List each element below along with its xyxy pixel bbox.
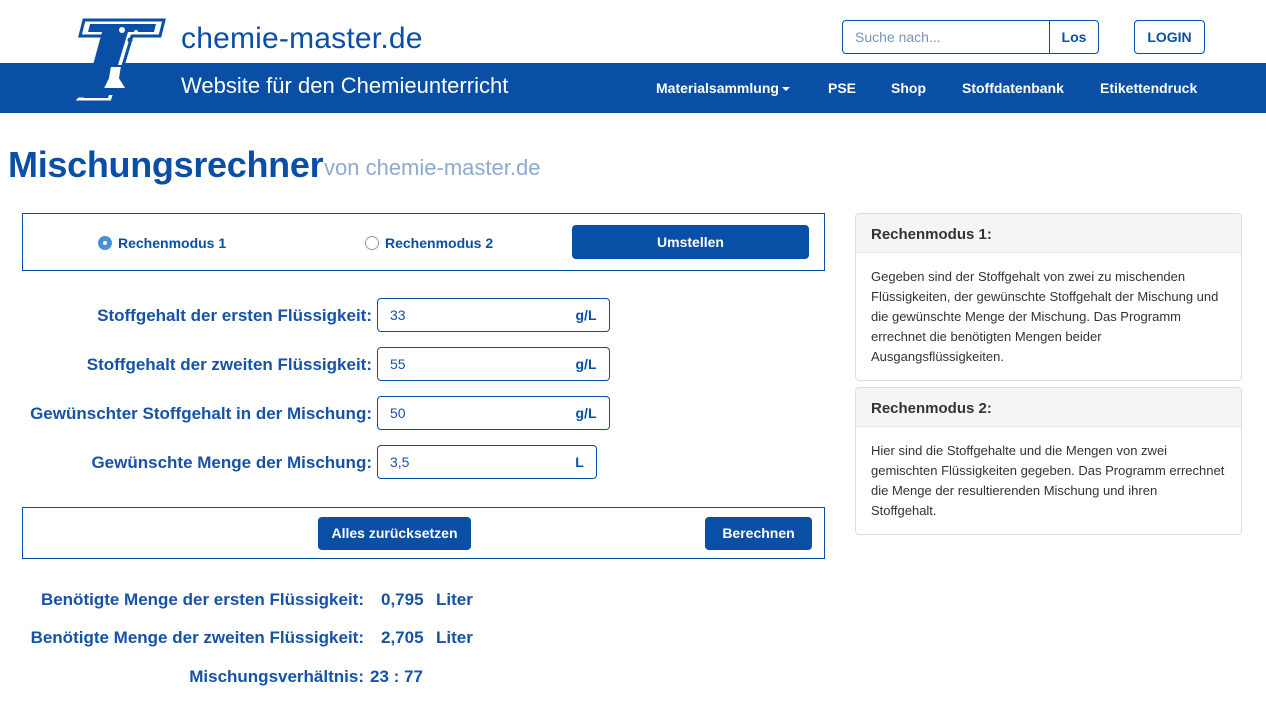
nav-item-stoffdatenbank[interactable]: Stoffdatenbank — [962, 80, 1064, 96]
site-name[interactable]: chemie-master.de — [181, 22, 423, 56]
radio-rechenmodus-1[interactable] — [98, 236, 112, 250]
search-button[interactable]: Los — [1049, 20, 1099, 54]
unit-second-content: g/L — [563, 347, 610, 381]
radio-label-rechenmodus-1[interactable]: Rechenmodus 1 — [118, 235, 226, 251]
login-button[interactable]: LOGIN — [1134, 20, 1205, 54]
result-unit-first: Liter — [436, 590, 473, 609]
first-content-input[interactable] — [377, 298, 564, 332]
field-label-second-content: Stoffgehalt der zweiten Flüssigkeit: — [86, 355, 372, 374]
switch-mode-button[interactable]: Umstellen — [572, 225, 809, 259]
mode-selector: Rechenmodus 1 Rechenmodus 2 Umstellen — [22, 213, 825, 271]
nav-item-materialsammlung[interactable]: Materialsammlung — [656, 80, 790, 96]
panel-title: Rechenmodus 2: — [856, 388, 1241, 427]
radio-rechenmodus-2[interactable] — [365, 236, 379, 250]
panel-title: Rechenmodus 1: — [856, 214, 1241, 253]
main-nav: Materialsammlung PSE Shop Stoffdatenbank… — [0, 63, 1266, 113]
panel-text: Gegeben sind der Stoffgehalt von zwei zu… — [871, 269, 1219, 364]
unit-first-content: g/L — [563, 298, 610, 332]
target-content-input[interactable] — [377, 396, 564, 430]
field-label-target-amount: Gewünschte Menge der Mischung: — [91, 453, 372, 472]
result-value-ratio: 23 : 77 — [370, 667, 423, 686]
second-content-input[interactable] — [377, 347, 564, 381]
unit-target-amount: L — [563, 445, 597, 479]
search-input[interactable] — [842, 20, 1050, 54]
calculate-button[interactable]: Berechnen — [705, 517, 812, 550]
nav-item-pse[interactable]: PSE — [828, 80, 856, 96]
action-bar: Alles zurücksetzen Berechnen — [22, 507, 825, 559]
field-label-first-content: Stoffgehalt der ersten Flüssigkeit: — [97, 306, 372, 325]
nav-item-label: Materialsammlung — [656, 80, 779, 96]
unit-target-content: g/L — [563, 396, 610, 430]
result-label-second: Benötigte Menge der zweiten Flüssigkeit: — [30, 628, 364, 647]
nav-item-shop[interactable]: Shop — [891, 80, 926, 96]
field-label-target-content: Gewünschter Stoffgehalt in der Mischung: — [30, 404, 372, 423]
radio-label-rechenmodus-2[interactable]: Rechenmodus 2 — [385, 235, 493, 251]
result-label-ratio: Mischungsverhältnis: — [189, 667, 364, 686]
page-subtitle: von chemie-master.de — [324, 155, 541, 180]
result-label-first: Benötigte Menge der ersten Flüssigkeit: — [40, 590, 364, 609]
target-amount-input[interactable] — [377, 445, 564, 479]
panel-text: Hier sind die Stoffgehalte und die Menge… — [871, 443, 1225, 518]
reset-button[interactable]: Alles zurücksetzen — [318, 517, 471, 550]
result-unit-second: Liter — [436, 628, 473, 647]
result-value-first: 0,795 — [381, 590, 424, 609]
info-panel-mode-2: Rechenmodus 2: Hier sind die Stoffgehalt… — [855, 387, 1242, 535]
info-panel-mode-1: Rechenmodus 1: Gegeben sind der Stoffgeh… — [855, 213, 1242, 381]
result-value-second: 2,705 — [381, 628, 424, 647]
nav-item-etikettendruck[interactable]: Etikettendruck — [1100, 80, 1197, 96]
caret-down-icon — [781, 87, 790, 92]
page-title: Mischungsrechner — [8, 144, 324, 185]
